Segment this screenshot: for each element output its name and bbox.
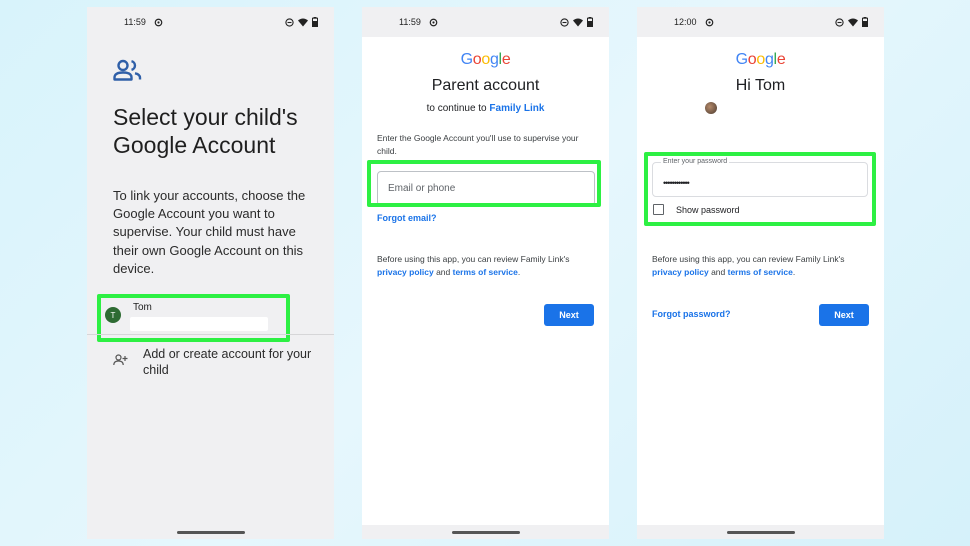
status-time: 11:59 [399,17,421,27]
gesture-bar [637,525,884,539]
forgot-password-link[interactable]: Forgot password? [652,309,731,319]
status-bar: 11:59 [362,7,609,37]
dnd-icon [285,17,294,27]
phone-screen-parent-account: 11:59 Google Parent account to continue … [362,7,609,539]
dnd-icon [835,17,844,27]
instructions-text: Enter the Google Account you'll use to s… [377,133,579,156]
add-person-icon [113,354,128,366]
terms-of-service-link[interactable]: terms of service [453,267,518,277]
family-people-icon [113,59,142,81]
settings-gear-icon [429,18,438,26]
wifi-icon [848,18,858,26]
google-logo: Google [460,51,511,68]
highlight-box [644,152,876,226]
highlight-box [367,160,601,207]
google-logo: Google [735,51,786,68]
status-bar: 12:00 [637,7,884,37]
battery-icon [312,17,318,27]
family-link-link[interactable]: Family Link [489,103,544,114]
page-description: To link your accounts, choose the Google… [113,188,306,276]
gesture-bar [87,525,334,539]
privacy-policy-link[interactable]: privacy policy [652,267,709,277]
nav-handle[interactable] [726,530,795,534]
divider [87,334,334,335]
gesture-bar [362,525,609,539]
status-time: 12:00 [674,17,697,27]
settings-gear-icon [705,18,713,26]
page-title: Select your child's Google Account [113,104,298,158]
policy-text: Before using this app, you can review Fa… [652,254,845,277]
policy-text: Before using this app, you can review Fa… [377,254,570,277]
wifi-icon [298,18,308,26]
next-button[interactable]: Next [819,304,869,326]
next-button[interactable]: Next [544,304,594,326]
wifi-icon [573,18,583,26]
add-account-label: Add or create account for your child [143,347,312,377]
dnd-icon [560,17,569,27]
battery-icon [587,17,593,27]
battery-icon [862,17,868,27]
status-bar: 11:59 [87,7,334,37]
privacy-policy-link[interactable]: privacy policy [377,267,434,277]
forgot-email-link[interactable]: Forgot email? [377,213,437,223]
nav-handle[interactable] [451,530,520,534]
page-title: Hi Tom [735,77,786,94]
status-time: 11:59 [124,17,146,27]
settings-gear-icon [154,18,163,26]
page-title: Parent account [431,77,540,94]
terms-of-service-link[interactable]: terms of service [728,267,793,277]
avatar[interactable] [705,102,717,114]
phone-screen-select-account: 11:59 Select your child's Google Account… [87,7,334,539]
phone-screen-password: 12:00 Google Hi Tom Enter your password … [637,7,884,539]
page-subtitle: to continue to Family Link [426,103,545,114]
nav-handle[interactable] [176,530,245,534]
